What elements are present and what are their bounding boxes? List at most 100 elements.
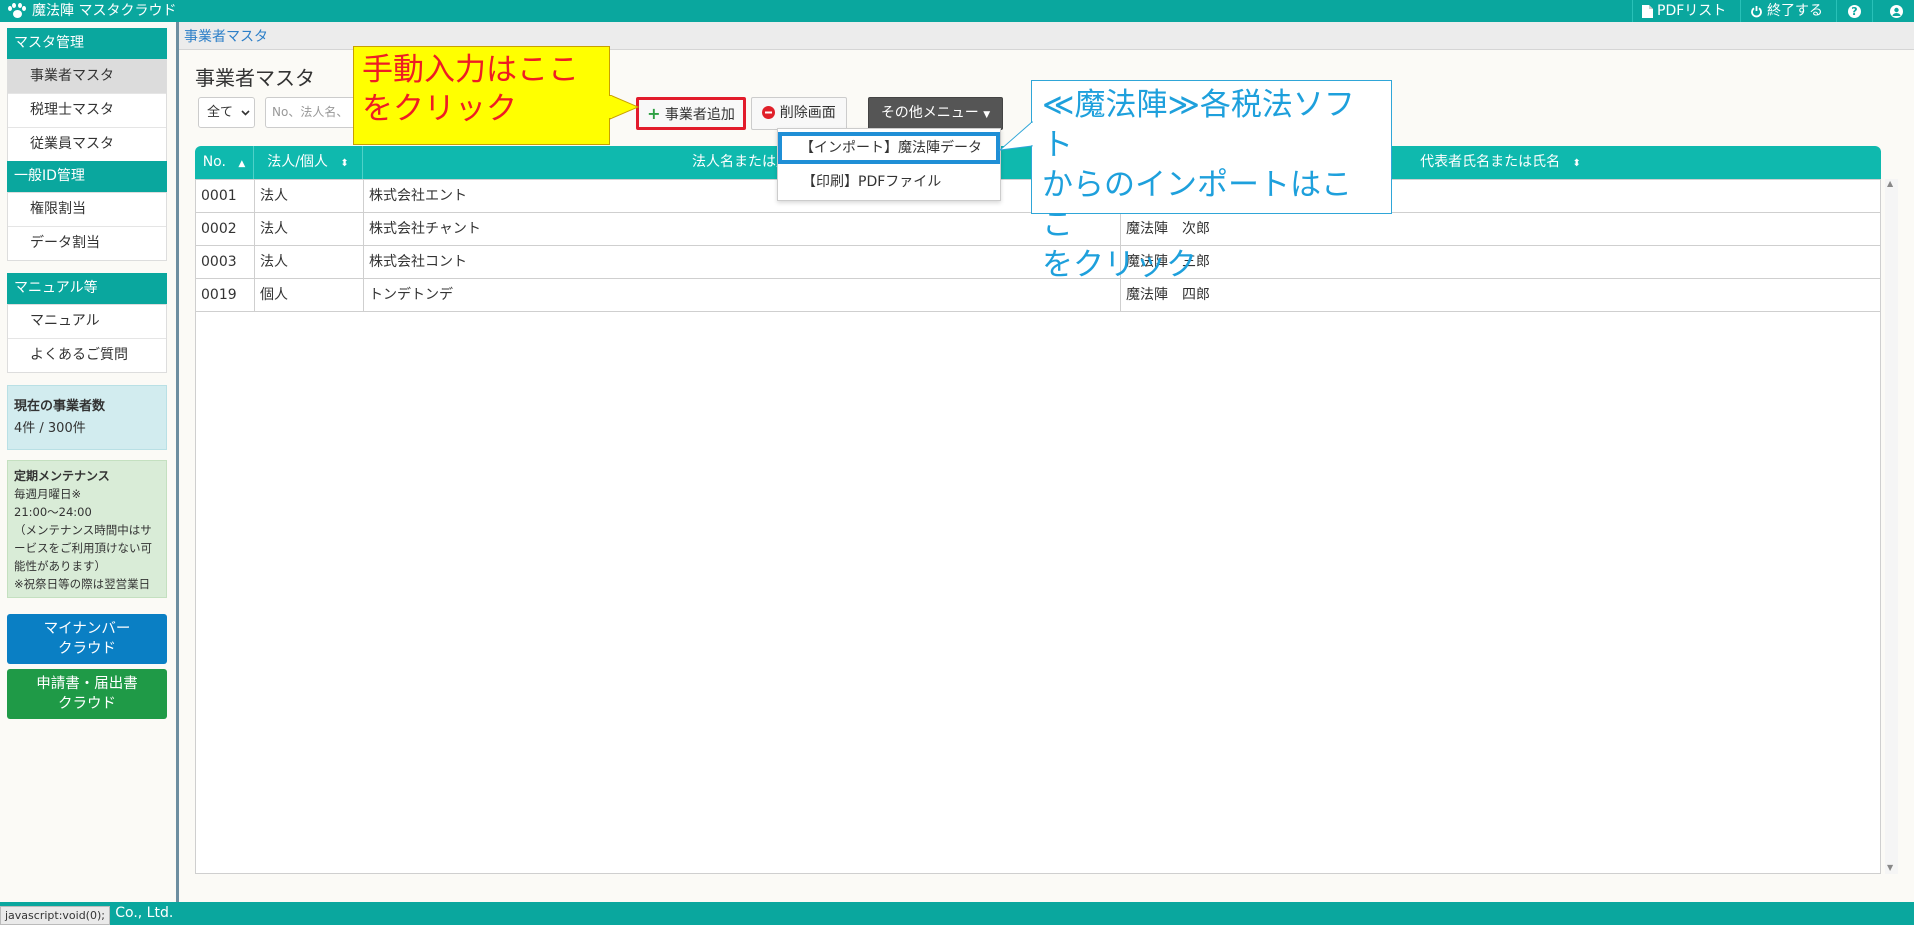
sort-icon: ⬍ <box>1572 158 1581 169</box>
page-title: 事業者マスタ <box>195 66 315 90</box>
maintenance-line: ービスをご利用頂けない可 <box>14 541 152 555</box>
breadcrumb-link[interactable]: 事業者マスタ <box>184 29 268 45</box>
type-filter-select[interactable]: 全て <box>198 97 255 128</box>
col-header-name-label: 法人名または屋 <box>692 154 790 170</box>
caret-down-icon: ▼ <box>983 110 991 120</box>
col-header-no-label: No. <box>202 154 226 170</box>
cell-name: トンデトンデ <box>364 279 1121 312</box>
sidebar-header-master: マスタ管理 <box>7 28 167 59</box>
cell-name: 株式会社コント <box>364 246 1121 279</box>
delete-screen-label: 削除画面 <box>779 105 836 121</box>
print-pdf-item[interactable]: 【印刷】PDFファイル <box>778 167 1000 197</box>
search-placeholder: No、法人名、 <box>272 105 349 119</box>
scroll-down-icon[interactable]: ▼ <box>1887 863 1893 872</box>
minus-circle-icon <box>762 106 776 119</box>
footer: D Co., Ltd. <box>0 902 1914 925</box>
sidebar-header-manual: マニュアル等 <box>7 273 167 304</box>
app-title: 魔法陣 マスタクラウド <box>8 2 176 20</box>
topbar-divider <box>1836 0 1837 22</box>
col-header-type[interactable]: 法人/個人 ⬍ <box>254 146 363 179</box>
callout-text: ≪魔法陣≫各税法ソフト <box>1042 87 1355 163</box>
topbar-divider <box>1872 0 1873 22</box>
manual-input-callout: 手動入力はここ をクリック <box>353 46 610 145</box>
help-icon: ? <box>1848 4 1861 18</box>
user-button[interactable] <box>1890 2 1903 20</box>
maintenance-title: 定期メンテナンス <box>14 469 110 483</box>
cell-type: 法人 <box>255 246 364 279</box>
cell-type: 法人 <box>255 213 364 246</box>
sidebar-item-employee-master[interactable]: 従業員マスタ <box>8 128 166 161</box>
logout-button[interactable]: 終了する <box>1750 2 1823 20</box>
callout-pointer <box>608 95 640 120</box>
callout-text: からのインポートはここ <box>1042 167 1352 243</box>
table-scrollbar[interactable]: ▲ ▼ <box>1885 179 1898 874</box>
maintenance-line: ※祝祭日等の際は翌営業日 <box>14 577 151 591</box>
shinsei-line1: 申請書・届出書 <box>36 676 138 692</box>
maintenance-line: （メンテナンス時間中はサ <box>14 523 152 537</box>
table-row[interactable]: 0002 法人 株式会社チャント 魔法陣 次郎 <box>196 213 1880 246</box>
cell-no: 0019 <box>196 279 255 312</box>
sidebar-item-permission[interactable]: 権限割当 <box>8 193 166 227</box>
scroll-up-icon[interactable]: ▲ <box>1887 179 1893 188</box>
sidebar-divider <box>176 22 179 902</box>
topbar-divider <box>1632 0 1633 22</box>
app-title-text: 魔法陣 マスタクラウド <box>32 3 177 19</box>
import-callout: ≪魔法陣≫各税法ソフト からのインポートはここ をクリック <box>1031 80 1392 283</box>
sidebar-group-id: 権限割当 データ割当 <box>7 192 167 261</box>
sidebar-item-business-master[interactable]: 事業者マスタ <box>8 60 166 94</box>
table-row[interactable]: 0019 個人 トンデトンデ 魔法陣 四郎 <box>196 279 1880 312</box>
pdf-list-label: PDFリスト <box>1657 3 1727 19</box>
col-header-rep-label: 代表者氏名または氏名 <box>1420 154 1561 170</box>
pdf-icon <box>1642 4 1653 18</box>
sidebar-group-master: 事業者マスタ 税理士マスタ 従業員マスタ <box>7 59 167 162</box>
cell-name: 株式会社エント <box>364 180 1121 213</box>
cell-no: 0002 <box>196 213 255 246</box>
other-menu-dropdown: 【インポート】魔法陣データ 【印刷】PDFファイル <box>777 128 1001 201</box>
cell-type: 法人 <box>255 180 364 213</box>
delete-screen-button[interactable]: 削除画面 <box>751 97 847 130</box>
callout-text: 手動入力はここ <box>362 52 579 88</box>
shinsei-line2: クラウド <box>58 696 116 712</box>
browser-status-tip: javascript:void(0); <box>0 906 110 925</box>
cell-type: 個人 <box>255 279 364 312</box>
shinsei-cloud-button[interactable]: 申請書・届出書 クラウド <box>7 669 167 719</box>
sidebar-item-faq[interactable]: よくあるご質問 <box>8 339 166 372</box>
table-row[interactable]: 0003 法人 株式会社コント 魔法陣 三郎 <box>196 246 1880 279</box>
add-business-label: 事業者追加 <box>664 107 735 123</box>
maintenance-box: 定期メンテナンス 毎週月曜日※ 21:00〜24:00 （メンテナンス時間中はサ… <box>7 460 167 598</box>
maintenance-line: 21:00〜24:00 <box>14 505 92 519</box>
copyright: D Co., Ltd. <box>100 905 174 921</box>
sidebar-item-manual[interactable]: マニュアル <box>8 305 166 339</box>
sidebar-header-id: 一般ID管理 <box>7 161 167 192</box>
filter-value: 全て <box>207 105 234 120</box>
sort-asc-icon: ▲ <box>238 159 246 169</box>
count-title: 現在の事業者数 <box>14 399 106 414</box>
col-header-type-label: 法人/個人 <box>267 154 328 170</box>
top-bar: 魔法陣 マスタクラウド PDFリスト 終了する ? <box>0 0 1914 22</box>
mynumber-line1: マイナンバー <box>43 621 131 637</box>
callout-text: をクリック <box>362 91 517 127</box>
pdf-list-button[interactable]: PDFリスト <box>1642 2 1726 20</box>
other-menu-label: その他メニュー <box>880 105 979 121</box>
chevron-down-icon <box>241 110 250 116</box>
help-button[interactable]: ? <box>1848 2 1861 20</box>
sidebar-item-data-assign[interactable]: データ割当 <box>8 227 166 260</box>
business-count-box: 現在の事業者数 4件 / 300件 <box>7 385 167 450</box>
cell-no: 0003 <box>196 246 255 279</box>
mynumber-cloud-button[interactable]: マイナンバー クラウド <box>7 614 167 664</box>
sidebar-item-tax-accountant-master[interactable]: 税理士マスタ <box>8 94 166 128</box>
maintenance-line: 能性があります） <box>14 559 106 573</box>
plus-icon: + <box>647 104 661 123</box>
import-magic-data-item[interactable]: 【インポート】魔法陣データ <box>778 132 1000 164</box>
col-header-no[interactable]: No. ▲ <box>195 146 254 179</box>
sort-icon: ⬍ <box>340 158 349 169</box>
callout-pointer <box>998 120 1034 151</box>
mynumber-line2: クラウド <box>58 641 116 657</box>
cell-no: 0001 <box>196 180 255 213</box>
add-business-button[interactable]: + 事業者追加 <box>636 97 746 130</box>
cell-name: 株式会社チャント <box>364 213 1121 246</box>
user-icon <box>1890 4 1903 18</box>
other-menu-button[interactable]: その他メニュー ▼ <box>868 97 1003 130</box>
table-body: 0001 法人 株式会社エント 0002 法人 株式会社チャント 魔法陣 次郎 … <box>195 179 1881 874</box>
paw-icon <box>8 3 26 19</box>
